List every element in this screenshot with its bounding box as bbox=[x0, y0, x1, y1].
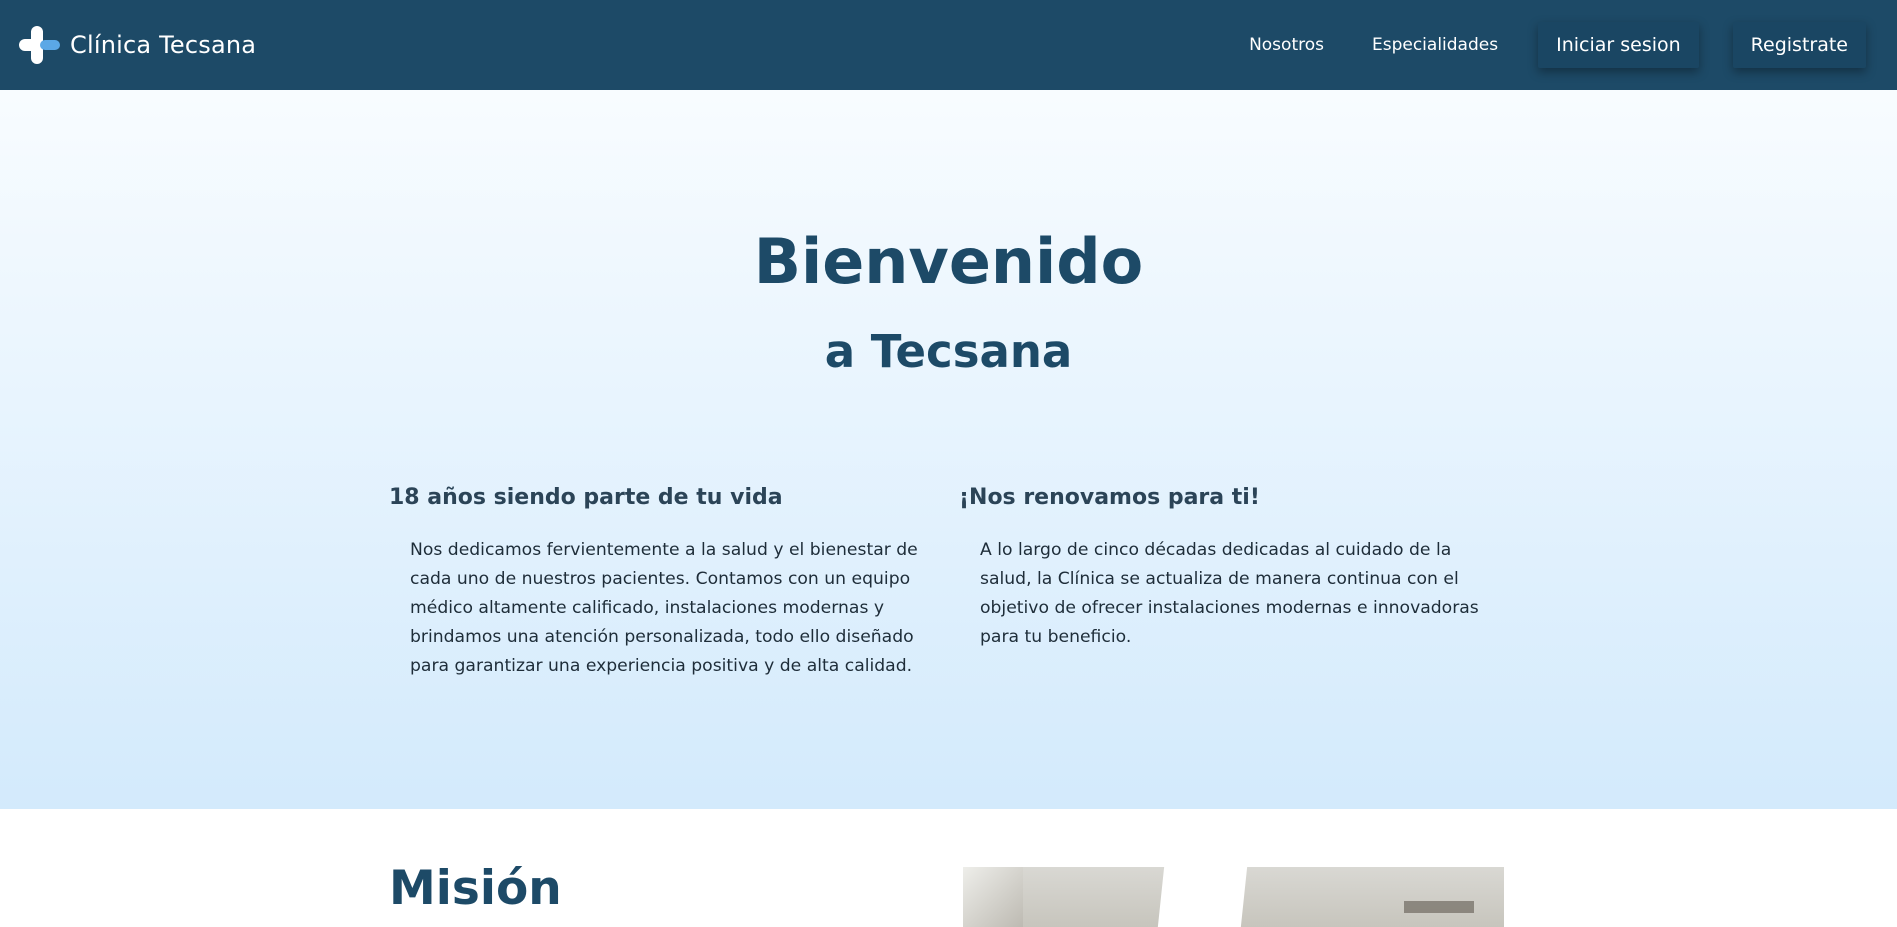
mission-section: Misión bbox=[0, 809, 1897, 927]
column-heading: ¡Nos renovamos para ti! bbox=[959, 485, 1260, 510]
register-button[interactable]: Registrate bbox=[1732, 22, 1866, 68]
info-column-years: 18 años siendo parte de tu vida Nos dedi… bbox=[389, 485, 929, 681]
mission-title: Misión bbox=[389, 861, 562, 916]
column-text: A lo largo de cinco décadas dedicadas al… bbox=[980, 540, 1479, 647]
hero-section: Bienvenido a Tecsana 18 años siendo part… bbox=[0, 90, 1897, 809]
hero-title: Bienvenido bbox=[753, 225, 1144, 298]
column-text: Nos dedicamos fervientemente a la salud … bbox=[410, 540, 918, 676]
login-button[interactable]: Iniciar sesion bbox=[1538, 22, 1699, 68]
brand-link[interactable]: Clínica Tecsana bbox=[16, 23, 256, 67]
column-heading: 18 años siendo parte de tu vida bbox=[389, 485, 783, 510]
clinic-photo bbox=[1234, 867, 1504, 927]
medical-cross-icon bbox=[19, 26, 60, 64]
nav-link-nosotros[interactable]: Nosotros bbox=[1249, 35, 1324, 55]
top-navbar: Clínica Tecsana Nosotros Especialidades … bbox=[0, 0, 1897, 90]
nav-link-especialidades[interactable]: Especialidades bbox=[1372, 35, 1498, 55]
brand-name: Clínica Tecsana bbox=[70, 31, 257, 59]
main-nav: Nosotros Especialidades Iniciar sesion R… bbox=[1201, 0, 1881, 90]
info-column-renewal: ¡Nos renovamos para ti! A lo largo de ci… bbox=[959, 485, 1499, 652]
hero-subtitle: a Tecsana bbox=[824, 325, 1073, 378]
clinic-photo bbox=[963, 867, 1195, 927]
